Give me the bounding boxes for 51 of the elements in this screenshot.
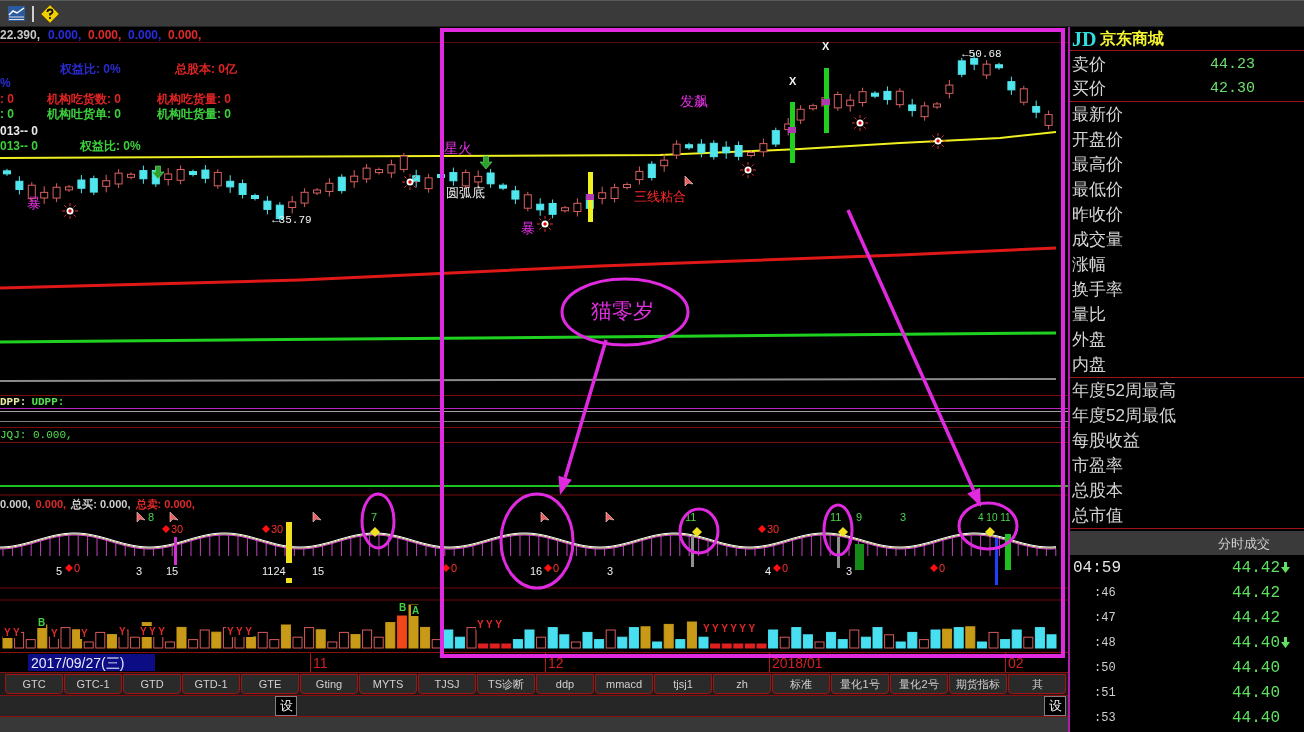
stock-name: 京东商城	[1100, 29, 1165, 48]
readout-value: 22.390,	[0, 28, 42, 42]
axis-month-label: 12	[548, 654, 564, 671]
quote-field-label: 最低价	[1072, 180, 1123, 199]
quote-field-label: 总市值	[1072, 506, 1123, 525]
trades-title: 分时成交	[1218, 535, 1270, 551]
quote-field-label: 成交量	[1072, 230, 1123, 249]
readout-value: 0.000,	[48, 28, 83, 42]
quote-value: 42.30	[1210, 79, 1255, 97]
axis-month-label: 2018/01	[772, 654, 823, 671]
quote-label: 卖价	[1072, 54, 1107, 74]
stock-symbol: JD	[1072, 27, 1097, 50]
axis-month-label: 02	[1008, 654, 1024, 671]
quote-field-label: 开盘价	[1072, 130, 1123, 149]
quote-field-label: 最高价	[1072, 155, 1123, 174]
quote-field-label: 换手率	[1072, 280, 1123, 299]
quote-field-label: 市盈率	[1072, 456, 1123, 475]
trade-price: 44.42	[1232, 608, 1280, 627]
trade-price: 44.40	[1232, 683, 1280, 702]
trade-price: 44.40	[1232, 658, 1280, 677]
quote-field-label: 年度52周最低	[1072, 406, 1176, 425]
quote-field-label: 总股本	[1072, 481, 1123, 500]
trade-time: :50	[1093, 660, 1117, 675]
quote-field-label: 量比	[1072, 305, 1106, 324]
cursor-date-label: 2017/09/27(三)	[28, 654, 155, 671]
quote-field-label: 昨收价	[1072, 205, 1123, 224]
trade-time: :48	[1093, 635, 1117, 650]
readout-value: 0.000,	[128, 28, 163, 42]
trade-price: 44.42	[1232, 583, 1280, 602]
quote-field-label: 每股收益	[1072, 431, 1140, 450]
trade-time: :53	[1093, 710, 1117, 725]
quote-label: 买价	[1072, 78, 1107, 98]
readout-value: 0.000,	[168, 28, 203, 42]
quote-value: 44.23	[1210, 55, 1255, 73]
axis-month-label: 11	[313, 654, 328, 671]
readout-label: UDPP:	[31, 396, 65, 408]
readout-value: 0.000,	[88, 28, 123, 42]
readout-label: DPP:	[0, 396, 27, 408]
trade-time: :51	[1093, 685, 1117, 700]
quote-field-label: 最新价	[1072, 105, 1123, 124]
quote-field-label: 内盘	[1072, 355, 1106, 374]
quote-field-label: 外盘	[1072, 330, 1106, 349]
quote-field-label: 涨幅	[1072, 255, 1106, 274]
trade-time: :46	[1093, 585, 1117, 600]
trade-price: 44.42	[1232, 558, 1280, 577]
quote-field-label: 年度52周最高	[1072, 381, 1176, 400]
trade-time: 04:59	[1072, 558, 1122, 577]
readout-value: JQJ: 0.000,	[0, 429, 73, 441]
trade-price: 44.40	[1232, 708, 1280, 727]
trade-price: 44.40	[1232, 633, 1280, 652]
trade-time: :47	[1093, 610, 1117, 625]
